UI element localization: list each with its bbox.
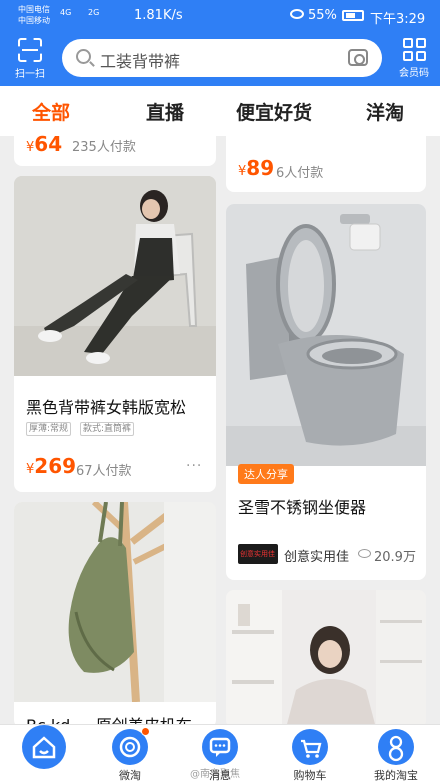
- product-tag: 款式:直筒裤: [80, 422, 135, 436]
- product-card[interactable]: 达人分享 圣雪不锈钢坐便器 创意实用佳 创意实用佳 20.9万: [226, 204, 426, 580]
- cart-icon: [292, 729, 328, 765]
- clock: 下午3:29: [370, 12, 426, 27]
- profile-icon: [378, 729, 414, 765]
- scan-button[interactable]: 扫一扫: [8, 38, 52, 80]
- search-input[interactable]: 工装背带裤: [62, 39, 382, 77]
- search-header: 扫一扫 工装背带裤 会员码: [0, 34, 440, 86]
- product-title: 圣雪不锈钢坐便器: [238, 498, 367, 517]
- product-image: [226, 204, 426, 466]
- scan-label: 扫一扫: [15, 69, 45, 80]
- tab-all[interactable]: 全部: [32, 98, 70, 125]
- member-code-button[interactable]: 会员码: [392, 38, 436, 79]
- carrier-names: 中国电信 中国移动: [18, 4, 50, 26]
- member-code-icon: [402, 38, 426, 61]
- nav-profile[interactable]: 我的淘宝: [356, 729, 436, 782]
- shop-logo-text: 创意实用佳: [240, 550, 275, 558]
- carrier-2: 中国移动: [18, 16, 50, 25]
- message-icon: [202, 729, 238, 765]
- signal-1-icon: 4G: [60, 8, 72, 17]
- scan-icon: [18, 38, 42, 62]
- paid-count: 67人付款: [76, 464, 132, 479]
- expert-share-badge: 达人分享: [238, 464, 294, 484]
- eye-comfort-icon: [290, 9, 304, 19]
- battery-icon: [342, 10, 364, 21]
- carrier-1: 中国电信: [18, 5, 50, 14]
- price-value: 89: [246, 156, 275, 180]
- paid-count: 235人付款: [72, 140, 136, 155]
- member-code-label: 会员码: [399, 68, 429, 79]
- price-value: 64: [34, 132, 63, 156]
- watermark: @南粤聚焦: [190, 769, 240, 780]
- tab-yangtao[interactable]: 洋淘: [366, 98, 404, 125]
- search-text: 工装背带裤: [100, 52, 181, 71]
- product-card[interactable]: [226, 590, 426, 728]
- nav-cart-label: 购物车: [293, 769, 327, 782]
- notification-dot: [141, 727, 150, 736]
- weitao-icon: [112, 727, 150, 765]
- shop-logo: 创意实用佳: [238, 544, 278, 564]
- camera-icon[interactable]: [348, 49, 368, 66]
- product-price: ¥269: [26, 454, 76, 478]
- search-icon: [76, 49, 91, 64]
- price-value: 269: [34, 454, 77, 478]
- product-image: [14, 176, 216, 376]
- view-count: 20.9万: [374, 550, 416, 565]
- shop-name[interactable]: 创意实用佳: [284, 546, 349, 565]
- paid-count: 6人付款: [276, 166, 324, 181]
- tab-cheap-goods[interactable]: 便宜好货: [236, 98, 312, 125]
- product-card[interactable]: ¥89 6人付款: [226, 128, 426, 192]
- product-tag: 厚薄:常规: [26, 422, 72, 436]
- nav-cart[interactable]: 购物车: [270, 729, 350, 782]
- product-image: [226, 590, 426, 728]
- home-icon: [22, 725, 66, 769]
- product-price: ¥64: [26, 132, 62, 156]
- product-title: 黑色背带裤女韩版宽松: [26, 398, 187, 417]
- view-count-icon: [358, 549, 371, 558]
- product-card[interactable]: 黑色背带裤女韩版宽松 厚薄:常规 款式:直筒裤 ¥269 67人付款 ···: [14, 176, 216, 492]
- battery-percent: 55%: [308, 8, 337, 23]
- signal-2-icon: 2G: [88, 8, 100, 17]
- net-speed: 1.81K/s: [134, 8, 183, 23]
- status-bar: 中国电信 中国移动 4G 2G 1.81K/s 55% 下午3:29: [0, 0, 440, 34]
- tab-live[interactable]: 直播: [146, 98, 184, 125]
- product-card[interactable]: ¥64 235人付款: [14, 128, 216, 166]
- nav-profile-label: 我的淘宝: [374, 769, 418, 782]
- product-image: [14, 502, 216, 702]
- more-options-icon[interactable]: ···: [186, 458, 202, 474]
- product-price: ¥89: [238, 156, 274, 180]
- nav-home[interactable]: [4, 725, 84, 771]
- nav-weitao-label: 微淘: [119, 769, 141, 782]
- product-card[interactable]: Bc kd ... 原创美皮机布: [14, 502, 216, 728]
- nav-weitao[interactable]: 微淘: [90, 727, 170, 782]
